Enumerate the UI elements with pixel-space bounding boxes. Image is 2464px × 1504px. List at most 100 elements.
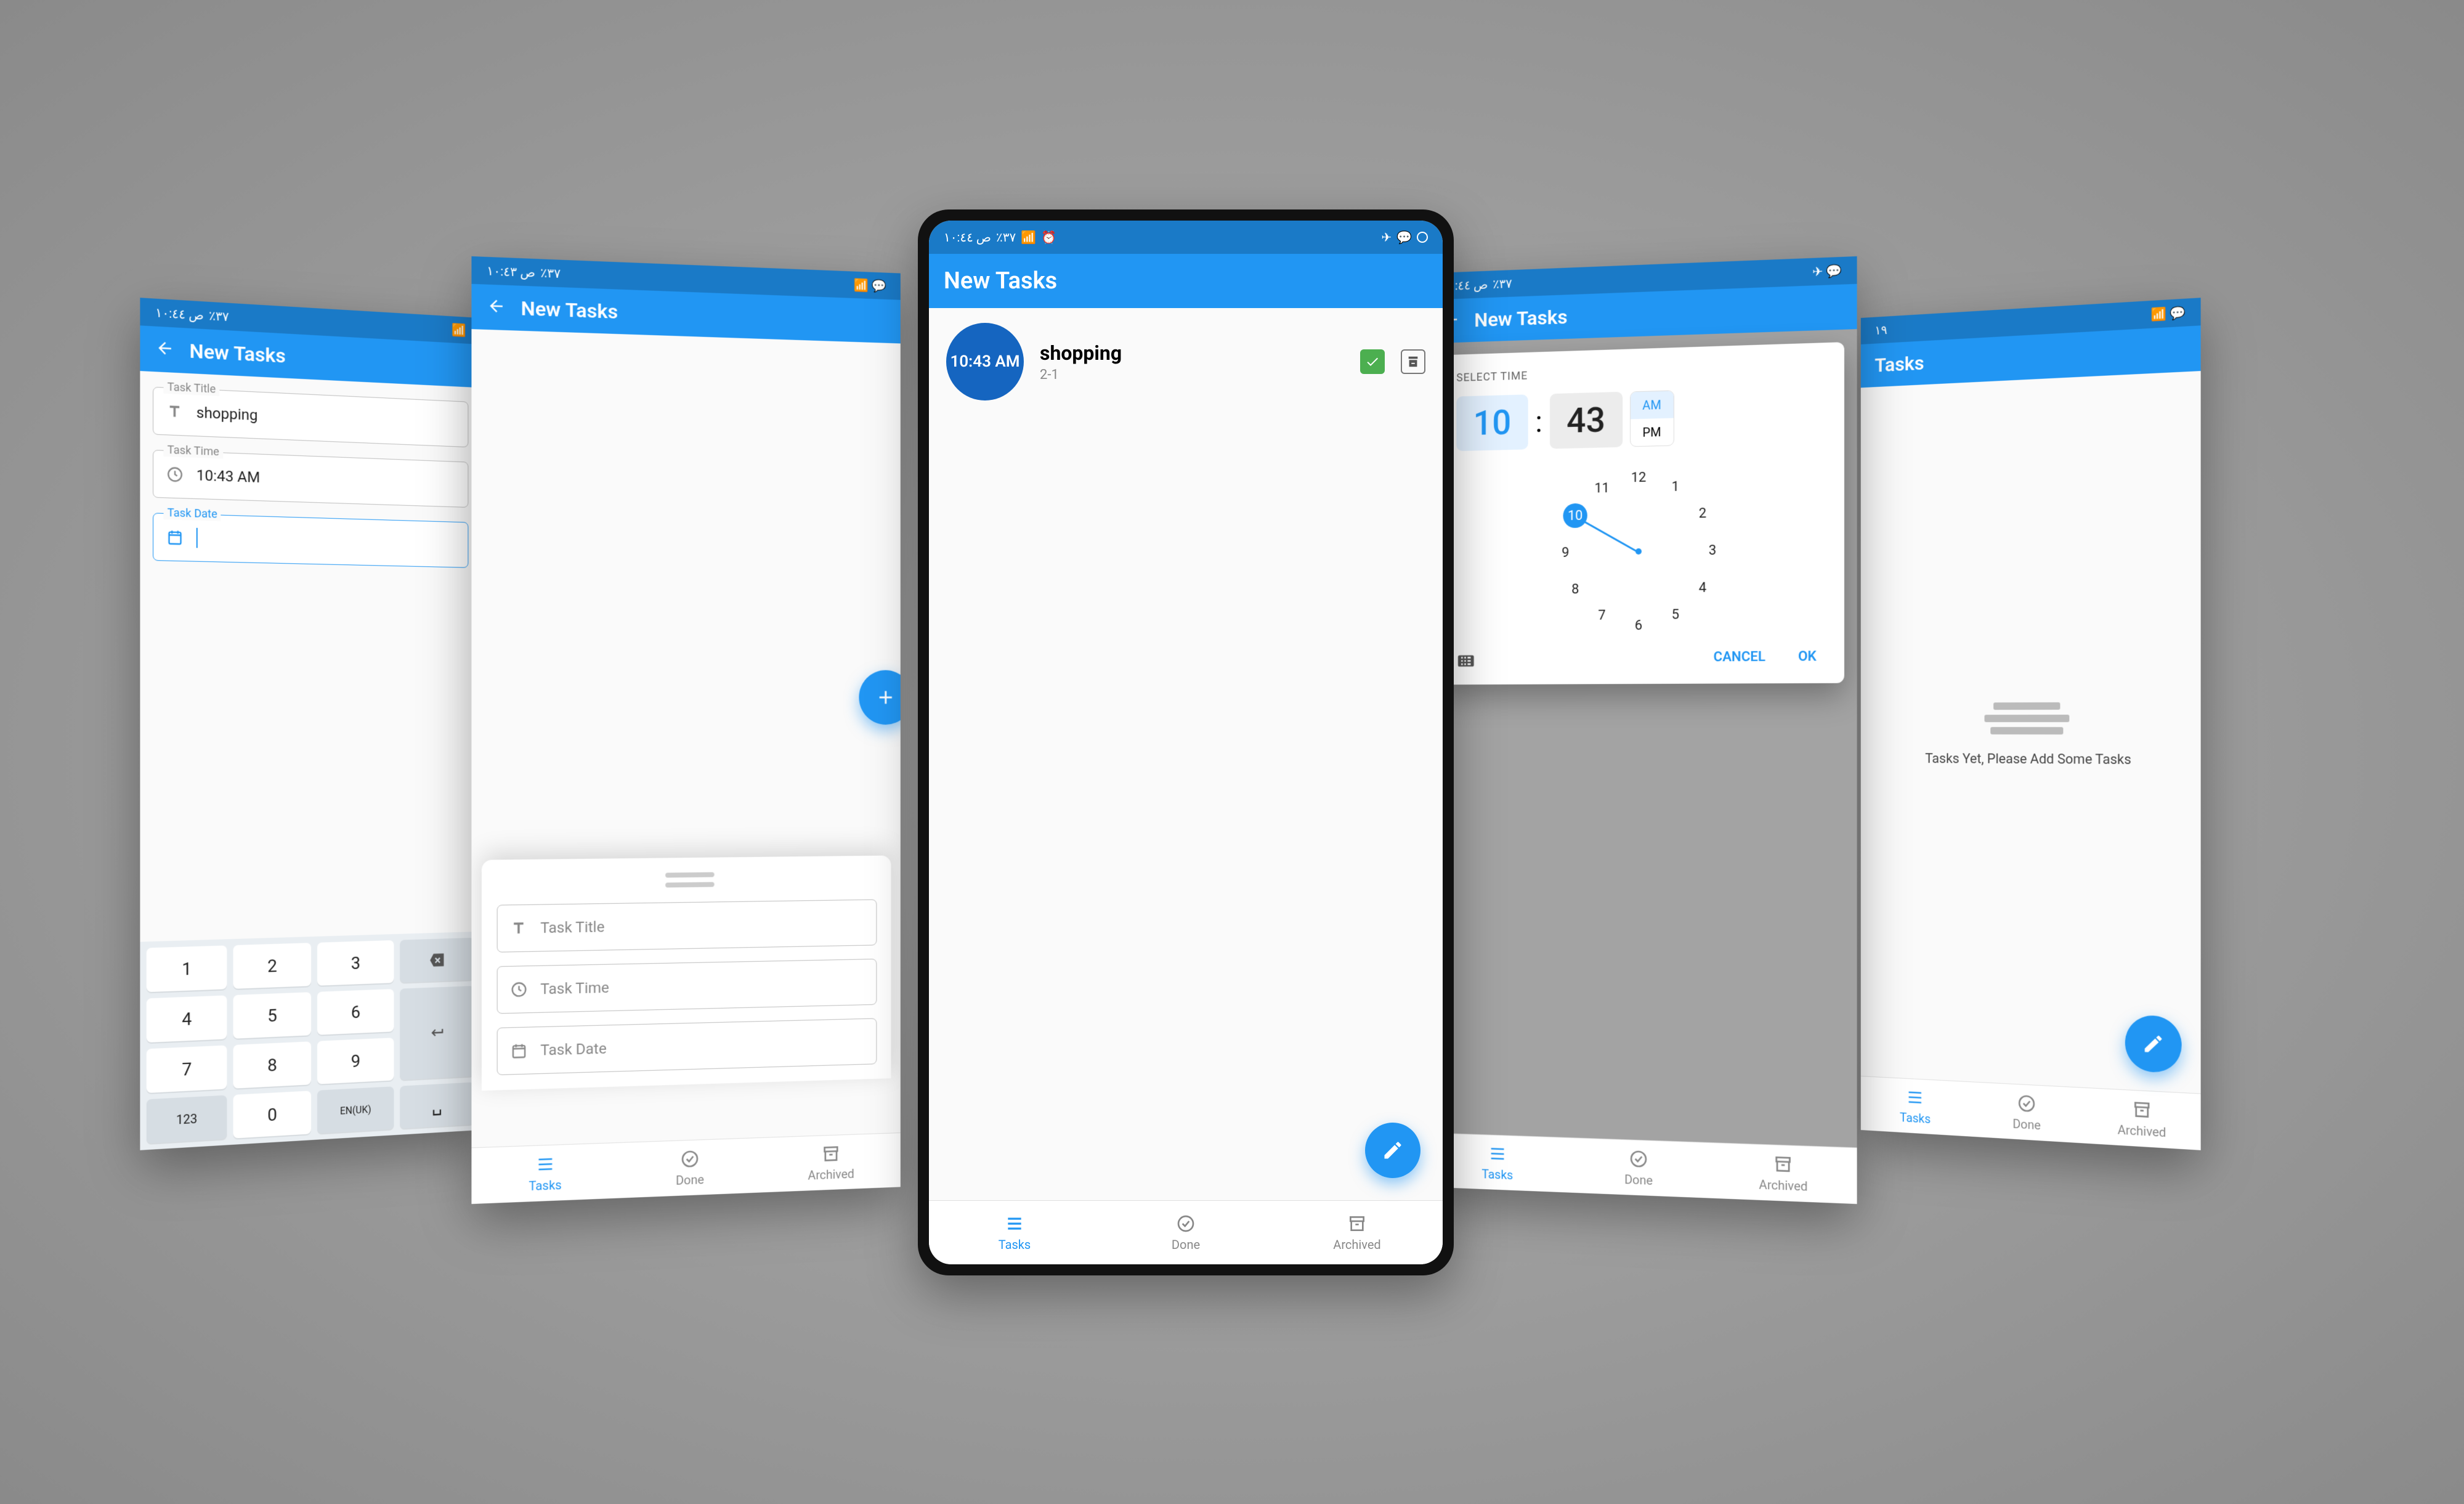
- app-title: Tasks: [1874, 351, 1924, 377]
- task-title-field[interactable]: Task Title: [497, 900, 877, 953]
- task-row[interactable]: 10:43 AM shopping 2-1: [929, 308, 1443, 415]
- task-main: shopping 2-1: [1040, 341, 1344, 383]
- clock-number-1[interactable]: 1: [1663, 474, 1688, 499]
- clock-number-11[interactable]: 11: [1590, 476, 1615, 501]
- edit-fab[interactable]: [1365, 1123, 1420, 1178]
- nav-done[interactable]: Done: [618, 1138, 761, 1198]
- key-4[interactable]: 4: [147, 995, 227, 1043]
- nav-label: Done: [1624, 1172, 1653, 1188]
- clock-number-4[interactable]: 4: [1690, 575, 1715, 600]
- task-date-field[interactable]: Task Date: [153, 513, 468, 567]
- nav-label: Done: [676, 1172, 704, 1188]
- nav-done[interactable]: Done: [1100, 1201, 1271, 1264]
- task-date-field[interactable]: Task Date: [497, 1018, 877, 1075]
- clock-number-3[interactable]: 3: [1700, 538, 1725, 563]
- key-0[interactable]: 0: [233, 1091, 311, 1138]
- sheet-handle[interactable]: [665, 882, 715, 887]
- nav-archived[interactable]: Archived: [2084, 1088, 2201, 1150]
- sheet-handle[interactable]: [665, 872, 715, 878]
- status-time: ص ١٠:٤٤: [155, 305, 204, 323]
- battery-text: ٪٣٧: [1493, 276, 1512, 291]
- mark-done-button[interactable]: [1360, 349, 1385, 374]
- clock-number-6[interactable]: 6: [1626, 613, 1651, 638]
- nav-tasks[interactable]: Tasks: [929, 1201, 1100, 1264]
- nav-label: Tasks: [1900, 1110, 1931, 1126]
- task-time-badge: 10:43 AM: [946, 323, 1024, 400]
- dialog-heading: SELECT TIME: [1456, 360, 1826, 384]
- calendar-icon: [166, 528, 184, 546]
- status-bar: ص ١٠:٤٤ ٪٣٧ 📶 ⏰ ✈ 💬: [929, 221, 1443, 254]
- alarm-icon: ⏰: [1041, 230, 1056, 245]
- camera-punch-hole: [1417, 232, 1428, 243]
- nav-tasks[interactable]: Tasks: [471, 1143, 618, 1204]
- key-6[interactable]: 6: [317, 989, 394, 1035]
- key-9[interactable]: 9: [317, 1038, 394, 1084]
- task-time-text: 10:43 AM: [950, 352, 1019, 371]
- back-icon[interactable]: [155, 338, 174, 360]
- hour-input[interactable]: 10: [1456, 394, 1528, 451]
- analog-clock[interactable]: 12 12 3 45678 9 1011: [1554, 463, 1725, 638]
- key-enter[interactable]: [400, 986, 474, 1080]
- phone-mock-5: ١٩ 📶 💬 Tasks Tasks Yet, Please Add Some …: [1861, 298, 2201, 1150]
- nav-done[interactable]: Done: [1568, 1138, 1711, 1198]
- nav-archived[interactable]: Archived: [1711, 1143, 1857, 1204]
- field-value: shopping: [197, 404, 258, 424]
- status-tray-icons: 📶: [452, 322, 466, 338]
- pm-option[interactable]: PM: [1631, 418, 1674, 447]
- task-title-field[interactable]: Task Title shopping: [153, 387, 468, 447]
- field-label: Task Title: [164, 380, 220, 396]
- status-tray-icons: ✈ 💬: [1812, 263, 1842, 279]
- clock-number-5[interactable]: 5: [1663, 603, 1688, 628]
- whatsapp-icon: 💬: [1396, 230, 1412, 245]
- task-time-field[interactable]: Task Time 10:43 AM: [153, 450, 468, 508]
- text-cursor: [197, 528, 198, 548]
- battery-text: ٪٣٧: [209, 308, 229, 324]
- status-tray-icons: 📶 💬: [2151, 305, 2186, 322]
- text-icon: [510, 919, 528, 937]
- nav-label: Archived: [2118, 1122, 2166, 1140]
- app-bar: New Tasks: [929, 254, 1443, 308]
- nav-label: Tasks: [529, 1177, 562, 1193]
- clock-number-12[interactable]: 12: [1626, 465, 1651, 490]
- clock-number-8[interactable]: 8: [1563, 577, 1587, 601]
- battery-text: ٪٣٧: [996, 230, 1016, 245]
- field-label: Task Date: [164, 506, 221, 521]
- clock-number-7[interactable]: 7: [1590, 603, 1615, 628]
- keyboard-icon[interactable]: [1456, 651, 1475, 667]
- phone-mock-3-center: ص ١٠:٤٤ ٪٣٧ 📶 ⏰ ✈ 💬 New Tasks 10:43 AM: [918, 209, 1454, 1275]
- nav-done[interactable]: Done: [1971, 1082, 2084, 1143]
- am-option[interactable]: AM: [1631, 391, 1674, 419]
- key-space[interactable]: ␣: [400, 1082, 474, 1129]
- battery-text: ٪٣٧: [540, 265, 561, 281]
- key-1[interactable]: 1: [147, 945, 227, 992]
- key-5[interactable]: 5: [233, 992, 311, 1039]
- text-icon: [166, 402, 184, 421]
- key-2[interactable]: 2: [233, 943, 311, 989]
- nav-archived[interactable]: Archived: [761, 1133, 901, 1192]
- clock-number-9[interactable]: 9: [1554, 540, 1578, 565]
- key-7[interactable]: 7: [147, 1045, 227, 1093]
- ok-button[interactable]: OK: [1788, 643, 1827, 671]
- key-mode[interactable]: 123: [147, 1095, 227, 1144]
- nav-label: Done: [1172, 1237, 1200, 1252]
- phone-mock-4: ص ١٠:٤٤ ٪٣٧ ✈ 💬 New Tasks SELECT TIME 10…: [1428, 256, 1857, 1204]
- nav-tasks[interactable]: Tasks: [1861, 1076, 1971, 1136]
- archive-button[interactable]: [1401, 349, 1425, 374]
- add-fab[interactable]: [859, 670, 900, 725]
- cancel-button[interactable]: CANCEL: [1704, 643, 1776, 671]
- field-placeholder: Task Date: [540, 1040, 606, 1059]
- key-8[interactable]: 8: [233, 1041, 311, 1089]
- key-lang[interactable]: EN(UK): [317, 1086, 394, 1133]
- task-time-field[interactable]: Task Time: [497, 959, 877, 1014]
- field-placeholder: Task Time: [540, 979, 609, 998]
- minute-input[interactable]: 43: [1550, 392, 1623, 449]
- clock-number-2[interactable]: 2: [1690, 501, 1715, 526]
- key-3[interactable]: 3: [317, 940, 394, 986]
- key-backspace[interactable]: [400, 938, 474, 983]
- empty-illustration: [1984, 697, 2069, 739]
- back-icon[interactable]: [487, 296, 506, 319]
- nav-archived[interactable]: Archived: [1271, 1201, 1443, 1264]
- clock-number-10[interactable]: 10: [1563, 503, 1587, 529]
- app-title: New Tasks: [521, 296, 618, 323]
- nav-label: Archived: [1333, 1237, 1380, 1252]
